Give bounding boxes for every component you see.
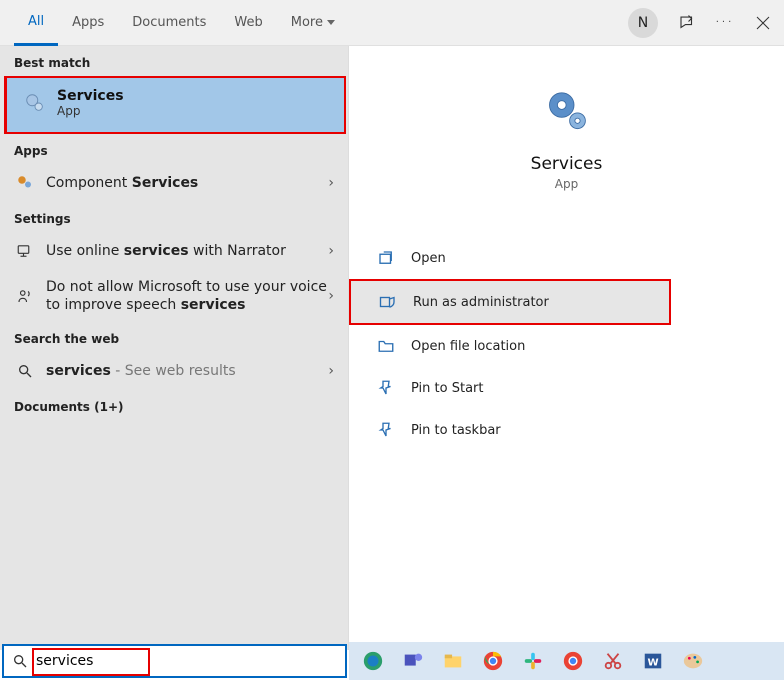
preview-header: Services App xyxy=(349,46,784,191)
preview-pane: Services App Open Run as administrator xyxy=(348,46,784,650)
preview-title: Services xyxy=(349,154,784,174)
taskbar-app-explorer[interactable] xyxy=(437,645,469,677)
window-controls: N ··· xyxy=(628,8,776,38)
services-app-icon-large xyxy=(539,84,595,140)
options-icon[interactable]: ··· xyxy=(716,14,734,32)
taskbar-app-chrome2[interactable] xyxy=(557,645,589,677)
tab-documents[interactable]: Documents xyxy=(118,0,220,46)
result-web-services[interactable]: services - See web results › xyxy=(0,352,348,390)
pin-icon xyxy=(375,419,397,441)
svg-text:W: W xyxy=(647,658,658,669)
action-label: Open xyxy=(411,251,446,266)
admin-shield-icon xyxy=(377,291,399,313)
search-icon xyxy=(14,360,36,382)
best-match-text: Services App xyxy=(57,88,124,118)
result-label: Component Services xyxy=(46,174,328,192)
tab-all[interactable]: All xyxy=(14,0,58,46)
action-open[interactable]: Open xyxy=(349,237,784,279)
services-app-icon xyxy=(23,91,47,115)
pin-icon xyxy=(375,377,397,399)
feedback-icon[interactable] xyxy=(678,14,696,32)
search-filter-tabs: All Apps Documents Web More N ··· xyxy=(0,0,784,46)
best-match-title: Services xyxy=(57,88,124,104)
chevron-right-icon: › xyxy=(328,363,334,379)
taskbar-app-edge[interactable] xyxy=(357,645,389,677)
start-search-box[interactable] xyxy=(2,644,347,678)
result-speech-services[interactable]: Do not allow Microsoft to use your voice… xyxy=(0,270,348,322)
narrator-icon xyxy=(14,240,36,262)
action-label: Open file location xyxy=(411,339,525,354)
close-button[interactable] xyxy=(754,16,776,30)
search-input[interactable] xyxy=(28,646,345,676)
chevron-right-icon: › xyxy=(328,288,334,304)
best-match-header: Best match xyxy=(0,46,348,76)
taskbar-app-paint[interactable] xyxy=(677,645,709,677)
taskbar-app-chrome[interactable] xyxy=(477,645,509,677)
taskbar-app-teams[interactable] xyxy=(397,645,429,677)
result-narrator-services[interactable]: Use online services with Narrator › xyxy=(0,232,348,270)
documents-header: Documents (1+) xyxy=(0,390,348,420)
speech-icon xyxy=(14,285,36,307)
result-label: Do not allow Microsoft to use your voice… xyxy=(46,278,328,314)
component-services-icon xyxy=(14,172,36,194)
action-run-as-administrator[interactable]: Run as administrator xyxy=(349,279,671,325)
apps-header: Apps xyxy=(0,134,348,164)
open-icon xyxy=(375,247,397,269)
preview-actions: Open Run as administrator Open file loca… xyxy=(349,237,784,451)
taskbar-app-word[interactable]: W xyxy=(637,645,669,677)
action-open-file-location[interactable]: Open file location xyxy=(349,325,784,367)
search-results-pane: Best match Services App Apps Component S… xyxy=(0,46,784,650)
web-header: Search the web xyxy=(0,322,348,352)
chevron-right-icon: › xyxy=(328,175,334,191)
best-match-item[interactable]: Services App xyxy=(4,76,346,134)
taskbar-app-slack[interactable] xyxy=(517,645,549,677)
result-component-services[interactable]: Component Services › xyxy=(0,164,348,202)
tab-more[interactable]: More xyxy=(277,0,349,46)
action-pin-to-taskbar[interactable]: Pin to taskbar xyxy=(349,409,784,451)
result-label: services - See web results xyxy=(46,362,328,380)
tab-web[interactable]: Web xyxy=(220,0,276,46)
results-list: Best match Services App Apps Component S… xyxy=(0,46,348,650)
action-pin-to-start[interactable]: Pin to Start xyxy=(349,367,784,409)
tab-apps[interactable]: Apps xyxy=(58,0,118,46)
chevron-right-icon: › xyxy=(328,243,334,259)
action-label: Pin to taskbar xyxy=(411,423,501,438)
action-label: Pin to Start xyxy=(411,381,483,396)
settings-header: Settings xyxy=(0,202,348,232)
folder-icon xyxy=(375,335,397,357)
action-label: Run as administrator xyxy=(413,295,549,310)
user-avatar[interactable]: N xyxy=(628,8,658,38)
result-label: Use online services with Narrator xyxy=(46,242,328,260)
search-icon xyxy=(12,653,28,669)
taskbar-app-snip[interactable] xyxy=(597,645,629,677)
best-match-sub: App xyxy=(57,104,124,118)
chevron-down-icon xyxy=(327,20,335,25)
preview-subtitle: App xyxy=(349,177,784,191)
taskbar: W xyxy=(349,642,784,680)
